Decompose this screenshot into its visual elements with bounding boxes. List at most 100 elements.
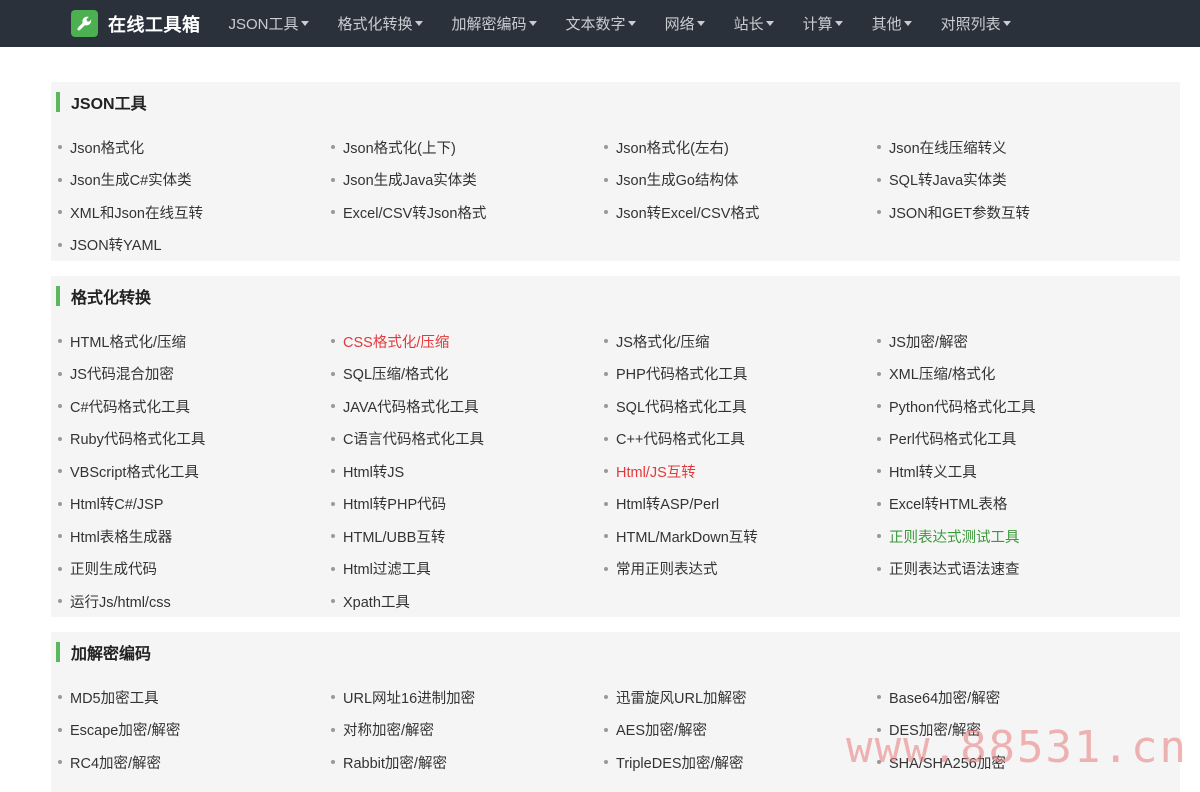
tool-link[interactable]: Ruby代码格式化工具 bbox=[58, 423, 331, 456]
tool-link-label: HTML/UBB互转 bbox=[343, 526, 445, 547]
tool-link[interactable]: URL网址16进制加密 bbox=[331, 681, 604, 714]
tool-link[interactable]: HTML/UBB互转 bbox=[331, 520, 604, 553]
tool-link[interactable]: SQL代码格式化工具 bbox=[604, 390, 877, 423]
tool-link-label: Json生成C#实体类 bbox=[70, 169, 192, 190]
bullet-dot-icon bbox=[604, 339, 608, 343]
bullet-dot-icon bbox=[877, 372, 881, 376]
tool-link[interactable]: 常用正则表达式 bbox=[604, 553, 877, 586]
tool-link[interactable]: VBScript格式化工具 bbox=[58, 455, 331, 488]
tool-link[interactable]: TripleDES加密/解密 bbox=[604, 746, 877, 779]
tool-link[interactable]: SQL压缩/格式化 bbox=[331, 358, 604, 391]
tool-link[interactable]: Html转C#/JSP bbox=[58, 488, 331, 521]
nav-menu-label: 网络 bbox=[665, 13, 695, 34]
tool-link[interactable]: C语言代码格式化工具 bbox=[331, 423, 604, 456]
tool-link[interactable]: Html转义工具 bbox=[877, 455, 1150, 488]
nav-menu-item[interactable]: 网络 bbox=[657, 0, 713, 47]
tool-link[interactable]: C++代码格式化工具 bbox=[604, 423, 877, 456]
bullet-dot-icon bbox=[58, 339, 62, 343]
tool-link-grid: HTML格式化/压缩CSS格式化/压缩JS格式化/压缩 JS加密/解密 JS代码混合… bbox=[51, 325, 1180, 618]
tool-link[interactable]: Excel转HTML表格 bbox=[877, 488, 1150, 521]
tool-link-label: SQL代码格式化工具 bbox=[616, 396, 747, 417]
nav-menu-item[interactable]: 格式化转换 bbox=[330, 0, 431, 47]
nav-menu-item[interactable]: 其他 bbox=[864, 0, 920, 47]
tool-link[interactable]: Json格式化(上下) bbox=[331, 131, 604, 164]
bullet-dot-icon bbox=[331, 695, 335, 699]
nav-menu-item[interactable]: 对照列表 bbox=[933, 0, 1019, 47]
tool-link-label: Json格式化 bbox=[70, 137, 144, 158]
tool-link-label: C语言代码格式化工具 bbox=[343, 428, 484, 449]
tool-link[interactable]: 正则生成代码 bbox=[58, 553, 331, 586]
nav-menu-item[interactable]: 文本数字 bbox=[558, 0, 644, 47]
nav-menu-label: 对照列表 bbox=[941, 13, 1001, 34]
tool-link[interactable]: MD5加密工具 bbox=[58, 681, 331, 714]
tool-link[interactable]: Base64加密/解密 bbox=[877, 681, 1150, 714]
tool-link[interactable]: HTML/MarkDown互转 bbox=[604, 520, 877, 553]
tool-link[interactable]: Html表格生成器 bbox=[58, 520, 331, 553]
tool-link[interactable]: Xpath工具 bbox=[331, 585, 604, 618]
brand-logo[interactable]: 在线工具箱 bbox=[71, 0, 201, 47]
section-header: JSON工具 bbox=[51, 92, 147, 112]
bullet-dot-icon bbox=[331, 210, 335, 214]
tool-link[interactable]: Json格式化 bbox=[58, 131, 331, 164]
tool-link[interactable]: Json在线压缩转义 bbox=[877, 131, 1150, 164]
tool-link[interactable]: C#代码格式化工具 bbox=[58, 390, 331, 423]
tool-link[interactable]: Json转Excel/CSV格式 bbox=[604, 196, 877, 229]
nav-menu-item[interactable]: 站长 bbox=[726, 0, 782, 47]
tool-link[interactable]: JS格式化/压缩 bbox=[604, 325, 877, 358]
tool-link[interactable]: Python代码格式化工具 bbox=[877, 390, 1150, 423]
nav-menu-label: 文本数字 bbox=[566, 13, 626, 34]
tool-link[interactable]: 运行Js/html/css bbox=[58, 585, 331, 618]
tool-link[interactable]: HTML格式化/压缩 bbox=[58, 325, 331, 358]
tool-link[interactable]: 迅雷旋风URL加解密 bbox=[604, 681, 877, 714]
tool-link[interactable]: JSON转YAML bbox=[58, 229, 331, 262]
bullet-dot-icon bbox=[331, 728, 335, 732]
tool-link[interactable]: AES加密/解密 bbox=[604, 714, 877, 747]
section-title: 格式化转换 bbox=[71, 284, 151, 308]
tool-link[interactable]: 正则表达式测试工具 bbox=[877, 520, 1150, 553]
tool-link[interactable]: SQL转Java实体类 bbox=[877, 164, 1150, 197]
tool-link[interactable]: Json生成Go结构体 bbox=[604, 164, 877, 197]
tool-link[interactable]: RC4加密/解密 bbox=[58, 746, 331, 779]
nav-menu-label: JSON工具 bbox=[229, 13, 299, 34]
tool-link-label: RC4加密/解密 bbox=[70, 752, 161, 773]
nav-menu-item[interactable]: 加解密编码 bbox=[444, 0, 545, 47]
tool-link-label: Excel/CSV转Json格式 bbox=[343, 202, 486, 223]
tool-link[interactable]: Html转JS bbox=[331, 455, 604, 488]
tool-link-label: 正则表达式测试工具 bbox=[889, 526, 1020, 547]
tool-link[interactable]: JS代码混合加密 bbox=[58, 358, 331, 391]
tool-link[interactable]: 对称加密/解密 bbox=[331, 714, 604, 747]
tool-link[interactable]: Html/JS互转 bbox=[604, 455, 877, 488]
bullet-dot-icon bbox=[604, 437, 608, 441]
bullet-dot-icon bbox=[58, 372, 62, 376]
nav-menu-item[interactable]: 计算 bbox=[795, 0, 851, 47]
tool-link[interactable]: XML压缩/格式化 bbox=[877, 358, 1150, 391]
tool-link[interactable]: Html转PHP代码 bbox=[331, 488, 604, 521]
nav-menu-item[interactable]: JSON工具 bbox=[221, 0, 317, 47]
tool-link-label: MD5加密工具 bbox=[70, 687, 159, 708]
tool-link[interactable]: XML和Json在线互转 bbox=[58, 196, 331, 229]
tool-link[interactable]: Excel/CSV转Json格式 bbox=[331, 196, 604, 229]
tool-link[interactable]: Rabbit加密/解密 bbox=[331, 746, 604, 779]
bullet-dot-icon bbox=[331, 567, 335, 571]
tool-link[interactable]: PHP代码格式化工具 bbox=[604, 358, 877, 391]
tool-link[interactable]: JS加密/解密 bbox=[877, 325, 1150, 358]
bullet-dot-icon bbox=[331, 760, 335, 764]
bullet-dot-icon bbox=[331, 404, 335, 408]
tool-link[interactable]: JSON和GET参数互转 bbox=[877, 196, 1150, 229]
tool-link[interactable]: CSS格式化/压缩 bbox=[331, 325, 604, 358]
bullet-dot-icon bbox=[331, 469, 335, 473]
tool-link[interactable]: 正则表达式语法速查 bbox=[877, 553, 1150, 586]
tool-link[interactable]: Json生成Java实体类 bbox=[331, 164, 604, 197]
main-nav: JSON工具 格式化转换加解密编码 文本数字 网络 站长计算其他对照列表 bbox=[221, 0, 1032, 47]
tool-link-label: JS加密/解密 bbox=[889, 331, 968, 352]
tool-link[interactable]: Escape加密/解密 bbox=[58, 714, 331, 747]
tool-link[interactable]: JAVA代码格式化工具 bbox=[331, 390, 604, 423]
bullet-dot-icon bbox=[58, 178, 62, 182]
tool-section: JSON工具 Json格式化 Json格式化(上下)Json格式化(左右)Json在… bbox=[51, 82, 1180, 261]
tool-link[interactable]: Html转ASP/Perl bbox=[604, 488, 877, 521]
tool-link[interactable]: Html过滤工具 bbox=[331, 553, 604, 586]
tool-link[interactable]: Perl代码格式化工具 bbox=[877, 423, 1150, 456]
tool-link[interactable]: Json生成C#实体类 bbox=[58, 164, 331, 197]
tool-link[interactable]: Json格式化(左右) bbox=[604, 131, 877, 164]
nav-menu-label: 加解密编码 bbox=[452, 13, 527, 34]
